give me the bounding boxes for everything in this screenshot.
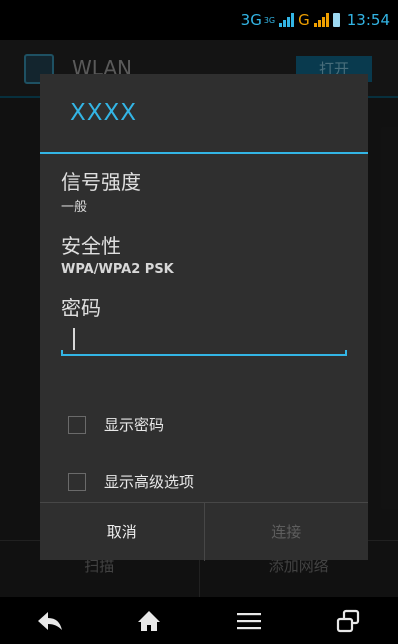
password-label: 密码 <box>61 296 101 320</box>
carrier-g: G <box>298 11 310 29</box>
home-button[interactable] <box>100 597 200 644</box>
back-button[interactable] <box>0 597 100 644</box>
clock: 13:54 <box>346 11 390 29</box>
home-icon <box>138 610 161 631</box>
back-icon <box>37 611 62 630</box>
show-advanced-option[interactable]: 显示高级选项 <box>68 471 194 492</box>
security-value: WPA/WPA2 PSK <box>61 262 174 277</box>
cancel-button[interactable]: 取消 <box>40 503 204 561</box>
underline-right-tick <box>345 350 347 356</box>
dialog-button-bar: 取消 连接 <box>40 502 368 561</box>
underline-left-tick <box>61 350 63 356</box>
screen: 3G 3G G 13:54 WLAN 打开 扫描 添加网络 XXXX 信号强度 … <box>0 0 398 644</box>
recent-apps-icon <box>337 609 360 632</box>
navigation-bar <box>0 597 398 644</box>
title-divider <box>40 152 368 154</box>
show-password-checkbox[interactable] <box>68 415 86 434</box>
show-password-label: 显示密码 <box>104 416 165 434</box>
show-password-option[interactable]: 显示密码 <box>68 414 164 435</box>
show-advanced-checkbox[interactable] <box>68 472 86 491</box>
signal-strength-label: 信号强度 <box>61 170 141 194</box>
text-cursor <box>73 328 75 350</box>
signal-icon-2 <box>313 13 329 27</box>
menu-icon <box>236 612 261 629</box>
wifi-connect-dialog: XXXX 信号强度 一般 安全性 WPA/WPA2 PSK 密码 显示密码 显示… <box>40 74 368 561</box>
network-type: 3G <box>240 11 262 29</box>
connect-button[interactable]: 连接 <box>203 503 369 561</box>
menu-button[interactable] <box>199 597 299 644</box>
status-bar: 3G 3G G 13:54 <box>0 0 398 40</box>
network-type-small: 3G <box>263 15 276 25</box>
signal-icon <box>279 13 295 27</box>
recent-apps-button[interactable] <box>299 597 398 644</box>
show-advanced-label: 显示高级选项 <box>104 473 195 491</box>
password-input[interactable] <box>61 322 347 356</box>
security-label: 安全性 <box>61 234 121 258</box>
battery-icon <box>332 13 340 27</box>
input-underline <box>61 354 347 356</box>
signal-strength-value: 一般 <box>61 200 88 215</box>
dialog-title: XXXX <box>70 100 138 126</box>
